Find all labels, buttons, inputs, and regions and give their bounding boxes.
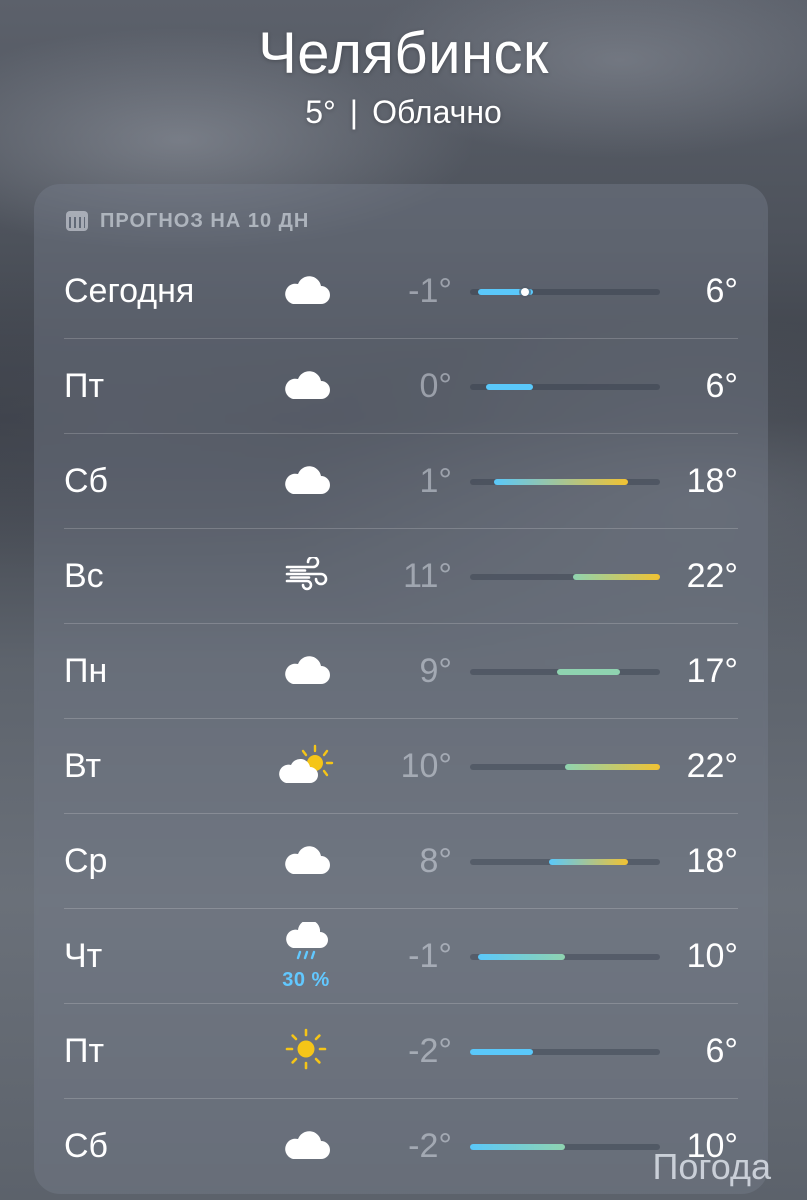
forecast-row[interactable]: Пт 0° 6° bbox=[64, 339, 738, 434]
forecast-row[interactable]: Вт 10° 22° bbox=[64, 719, 738, 814]
summary-separator: | bbox=[349, 94, 359, 130]
high-temp: 6° bbox=[705, 272, 738, 310]
forecast-icon-cell bbox=[274, 434, 338, 529]
low-temp: -2° bbox=[408, 1032, 452, 1070]
temperature-range-bar bbox=[470, 288, 660, 296]
forecast-day-label: Вс bbox=[64, 557, 104, 595]
cloud-icon bbox=[281, 272, 331, 311]
forecast-card-header: ПРОГНОЗ НА 10 ДН bbox=[66, 208, 309, 234]
temperature-range-fill bbox=[477, 954, 565, 960]
high-temp: 18° bbox=[686, 462, 738, 500]
high-temp: 6° bbox=[705, 1032, 738, 1070]
cloud-icon bbox=[281, 652, 331, 691]
low-temp: 0° bbox=[419, 367, 452, 405]
forecast-icon-cell bbox=[274, 1004, 338, 1099]
temperature-range-fill bbox=[470, 1144, 565, 1150]
forecast-title: ПРОГНОЗ НА 10 ДН bbox=[100, 209, 310, 232]
temperature-range-bar bbox=[470, 859, 660, 865]
temperature-range-fill bbox=[572, 574, 660, 580]
calendar-icon bbox=[66, 211, 88, 231]
forecast-row[interactable]: Пт -2° 6° bbox=[64, 1004, 738, 1099]
temperature-range-fill bbox=[470, 1049, 534, 1055]
forecast-row[interactable]: Сб -2° 10° bbox=[64, 1099, 738, 1194]
low-temp: 10° bbox=[400, 747, 452, 785]
forecast-day-label: Чт bbox=[64, 937, 103, 975]
temperature-range-bar bbox=[470, 574, 660, 580]
temperature-range-bar bbox=[470, 669, 660, 675]
forecast-day-label: Сегодня bbox=[64, 272, 195, 310]
app-brand-watermark: Погода bbox=[652, 1146, 772, 1187]
forecast-icon-cell bbox=[274, 814, 338, 909]
forecast-row[interactable]: Чт 30 % -1° 10° bbox=[64, 909, 738, 1004]
current-temp: 5° bbox=[305, 94, 336, 130]
temperature-range-fill bbox=[549, 859, 629, 865]
cloud-icon bbox=[281, 842, 331, 881]
forecast-day-label: Пт bbox=[64, 367, 105, 405]
cloud-icon bbox=[281, 462, 331, 501]
city-name: Челябинск bbox=[258, 21, 549, 86]
cloud-icon bbox=[281, 1127, 331, 1166]
sun-icon bbox=[284, 1027, 328, 1076]
wind-icon bbox=[283, 555, 329, 596]
temperature-range-fill bbox=[485, 384, 534, 390]
forecast-day-label: Сб bbox=[64, 1127, 109, 1165]
low-temp: 11° bbox=[403, 557, 452, 595]
forecast-icon-cell bbox=[274, 244, 338, 339]
forecast-row[interactable]: Вс 11° 22° bbox=[64, 529, 738, 624]
temperature-range-bar bbox=[470, 764, 660, 770]
high-temp: 6° bbox=[705, 367, 738, 405]
forecast-day-label: Пт bbox=[64, 1032, 105, 1070]
forecast-day-label: Пн bbox=[64, 652, 108, 690]
forecast-icon-cell bbox=[274, 1099, 338, 1194]
forecast-icon-cell bbox=[274, 529, 338, 624]
temperature-range-fill bbox=[565, 764, 660, 770]
low-temp: 8° bbox=[419, 842, 452, 880]
forecast-icon-cell: 30 % bbox=[274, 909, 338, 1004]
forecast-row[interactable]: Сб 1° 18° bbox=[64, 434, 738, 529]
forecast-row[interactable]: Сегодня -1° 6° bbox=[64, 244, 738, 339]
forecast-day-label: Ср bbox=[64, 842, 108, 880]
low-temp: -1° bbox=[408, 937, 452, 975]
low-temp: 1° bbox=[419, 462, 452, 500]
low-temp: 9° bbox=[419, 652, 452, 690]
location-header: Челябинск 5° | Облачно bbox=[0, 18, 807, 132]
high-temp: 17° bbox=[686, 652, 738, 690]
forecast-day-label: Сб bbox=[64, 462, 109, 500]
temperature-range-bar bbox=[470, 1049, 660, 1055]
high-temp: 10° bbox=[686, 937, 738, 975]
temperature-range-bar bbox=[470, 479, 660, 485]
forecast-icon-cell bbox=[274, 624, 338, 719]
low-temp: -2° bbox=[408, 1127, 452, 1165]
temperature-range-bar bbox=[470, 954, 660, 960]
temperature-range-bar bbox=[470, 1144, 660, 1150]
forecast-icon-cell bbox=[274, 719, 338, 814]
low-temp: -1° bbox=[408, 272, 452, 310]
current-condition: Облачно bbox=[372, 94, 502, 130]
forecast-row[interactable]: Пн 9° 17° bbox=[64, 624, 738, 719]
temperature-range-bar bbox=[470, 384, 660, 390]
forecast-icon-cell bbox=[274, 339, 338, 434]
temperature-range-fill bbox=[493, 479, 629, 485]
high-temp: 18° bbox=[686, 842, 738, 880]
rain-icon bbox=[282, 919, 330, 967]
temperature-range-fill bbox=[557, 669, 621, 675]
current-summary: 5° | Облачно bbox=[0, 92, 807, 132]
precipitation-chance: 30 % bbox=[282, 968, 330, 991]
partly-sunny-icon bbox=[277, 743, 335, 790]
ten-day-forecast-card[interactable]: ПРОГНОЗ НА 10 ДН Сегодня -1° 6° Пт 0° 6° Сб 1° 1… bbox=[34, 184, 768, 1194]
high-temp: 22° bbox=[686, 557, 738, 595]
high-temp: 22° bbox=[686, 747, 738, 785]
forecast-row[interactable]: Ср 8° 18° bbox=[64, 814, 738, 909]
forecast-day-label: Вт bbox=[64, 747, 102, 785]
cloud-icon bbox=[281, 367, 331, 406]
